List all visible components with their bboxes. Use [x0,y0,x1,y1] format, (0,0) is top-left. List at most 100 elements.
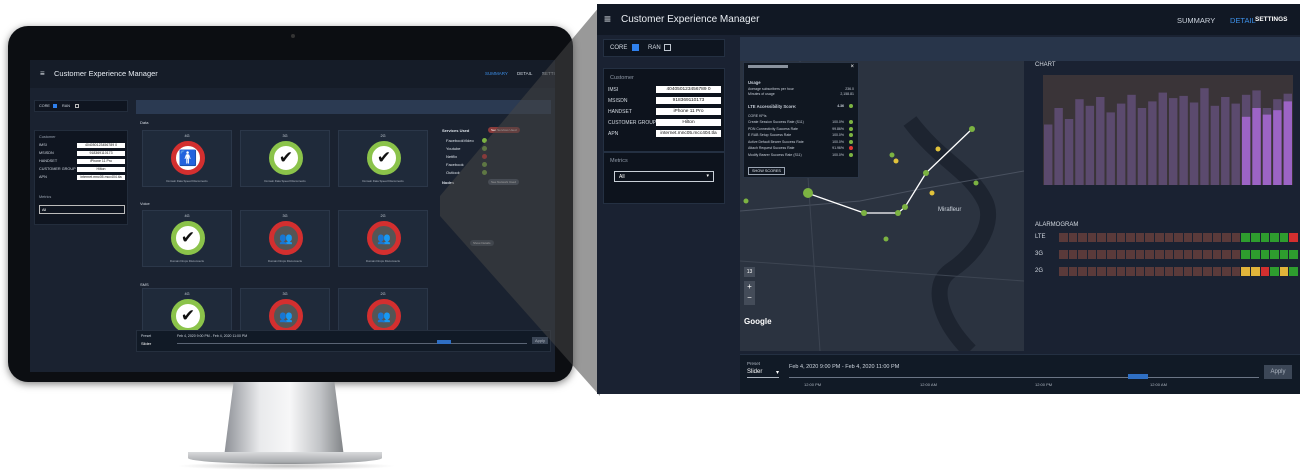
alarmogram-cell [1097,267,1106,276]
core-checkbox[interactable] [632,44,639,51]
network-filter: CORE RAN [603,39,725,57]
minutes-label: Minutes of usage [748,92,775,96]
tile-legend: Domain Drops Disconnects [170,259,204,263]
app-title: Customer Experience Manager [621,14,760,25]
small-group-label: CUSTOMER GROUP [39,167,76,171]
chart-bar [1241,116,1251,185]
kpi-value: 100.0% [832,133,844,137]
chart-bar [1262,114,1272,185]
chart-bar [1283,101,1292,185]
tile-label: 3G [282,214,288,218]
small-apn-label: APN [39,175,47,179]
ran-checkbox[interactable] [664,44,671,51]
apply-button[interactable]: Apply [1264,365,1292,379]
alarmogram-cell [1078,233,1087,242]
lte-score-value: 4.36 [837,104,844,108]
minutes-value: 2,158.81 [840,92,854,96]
small-menu-icon[interactable]: ≡ [40,69,45,78]
alarmogram-cell [1193,233,1202,242]
small-metrics-select[interactable]: All [39,205,125,214]
chevron-down-icon: ▾ [706,173,709,179]
voice-2g-tile[interactable]: 2G 👥 Domain Drops Disconnects [338,210,428,267]
close-icon[interactable]: × [850,64,854,70]
chart-bar [1252,108,1261,185]
subs-value: 236.0 [845,87,854,91]
show-scores-button[interactable]: SHOW SCORES [748,167,785,175]
alarmogram-cell [1087,250,1097,259]
kpi-name: Active Default Bearer Success Rate [748,139,804,144]
google-logo: Google [744,317,772,326]
chart-bar [1127,94,1136,185]
check-icon: ✔ [171,299,205,333]
alarmogram-cell [1203,250,1212,259]
time-slider-handle[interactable] [1128,374,1148,379]
data-4g-tile[interactable]: 4G 🚹 Domain Data Speed Disconnects [142,130,232,187]
alarmogram-cell [1241,233,1250,242]
apn-label: APN [608,131,619,137]
chevron-down-icon: ▾ [775,370,779,376]
small-imsi-value: 404050123456789 0 [77,143,125,148]
hamburger-icon[interactable]: ≡ [604,12,611,26]
alarmogram-cell [1279,233,1289,242]
tab-settings[interactable]: SETTINGS [1255,16,1288,23]
tick-label: 12:00 AM [920,382,937,387]
small-core-checkbox[interactable] [53,104,57,108]
tab-detail[interactable]: DETAIL [1230,16,1256,25]
alarmogram-cell [1126,233,1135,242]
status-alert-icon [849,146,853,150]
status-ok-icon [849,126,853,131]
alarmogram-cell [1279,267,1289,276]
chart-bar [1179,95,1188,185]
alarmogram-cell [1097,233,1106,242]
tile-legend: Domain Drops Disconnects [366,259,400,263]
data-3g-tile[interactable]: 3G ✔ Domain Data Speed Disconnects [240,130,330,187]
small-preset-select[interactable]: Slider [141,341,151,346]
chart-bar [1054,108,1063,185]
alarmogram-cell [1068,267,1078,276]
tile-legend: Domain Data Speed Disconnects [166,179,208,183]
zoom-level-badge: 13 [744,267,755,277]
small-metrics-heading: Metrics [39,195,52,199]
small-handset-label: HANDSET [39,159,58,163]
alarmogram-cell [1135,267,1145,276]
alarmogram-cell [1107,233,1116,242]
voice-3g-tile[interactable]: 3G 👥 Domain Drops Disconnects [240,210,330,267]
tab-summary[interactable]: SUMMARY [1177,16,1215,25]
handset-value: iPhone 11 Pro [656,108,721,115]
alarmogram-cell [1164,267,1174,276]
alarmogram-cell [1174,267,1183,276]
handset-label: HANDSET [608,109,632,115]
small-core-label: CORE [39,104,50,108]
small-ran-checkbox[interactable] [75,104,79,108]
chart-bar [1200,88,1209,185]
alarmogram-cell [1155,233,1164,242]
chart-bar [1085,105,1095,185]
time-slider-track[interactable] [789,377,1259,378]
chart-bar [1096,97,1105,185]
tile-label: 2G [380,134,386,138]
zoom-control[interactable]: + − [744,281,755,305]
chart-bar [1210,105,1220,185]
content-toolbar [740,37,1300,61]
voice-4g-tile[interactable]: 4G ✔ Domain Drops Disconnects [142,210,232,267]
alarmogram-cell [1164,250,1174,259]
group-icon: 👥 [367,299,401,333]
customer-card: Customer IMSI 404050123456789 0 MSISDN 918… [603,68,725,152]
customer-heading: Customer [610,75,634,81]
metrics-select[interactable]: All ▾ [614,171,714,182]
alarmogram-row-label: LTE [1035,234,1046,240]
imsi-value: 404050123456789 0 [656,86,721,93]
kpi-heading: CORE KPIs [748,114,767,118]
check-icon: ✔ [171,221,205,255]
preset-label: Preset [747,361,761,366]
status-ok-icon [849,133,853,137]
preset-select[interactable]: Slider ▾ [747,369,779,378]
alarmogram-cell [1116,250,1126,259]
time-range-text: Feb 4, 2020 9:00 PM - Feb 4, 2020 11:00 … [789,364,900,370]
alarmogram-cell [1289,267,1298,276]
alarmogram-cell [1183,267,1193,276]
data-2g-tile[interactable]: 2G ✔ Domain Data Speed Disconnects [338,130,428,187]
group-icon: 👥 [269,221,303,255]
chart-bar [1231,103,1240,185]
alarmogram-cell [1183,250,1193,259]
